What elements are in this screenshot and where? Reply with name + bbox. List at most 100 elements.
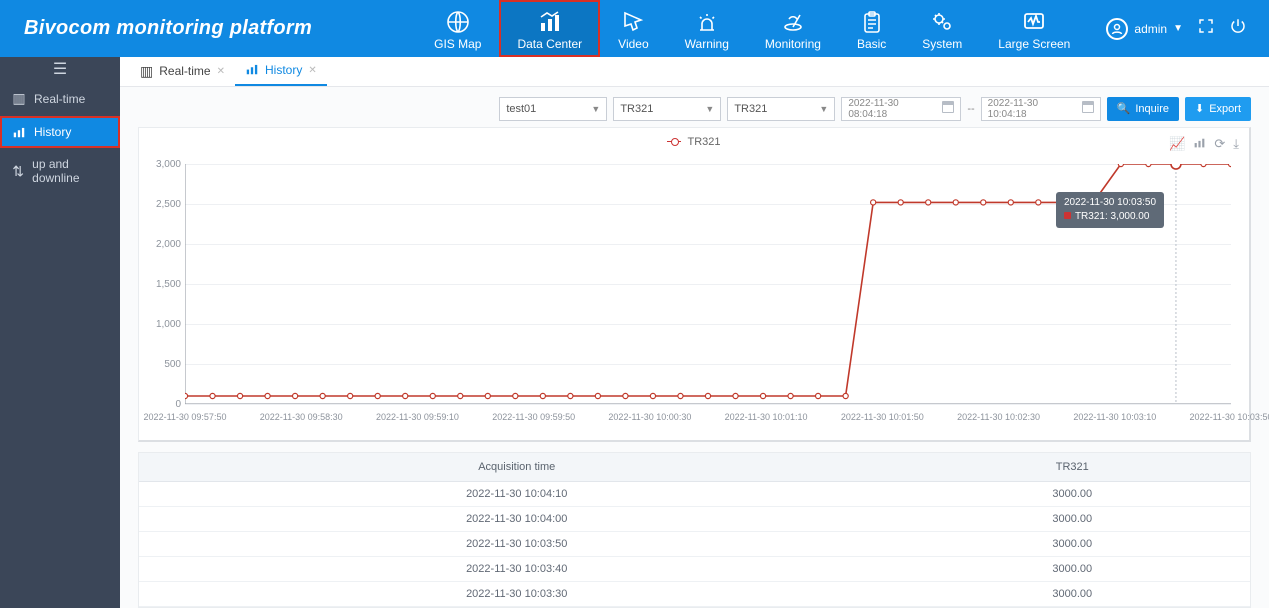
updown-icon: ⇅ xyxy=(12,163,24,180)
table-cell: 3000.00 xyxy=(894,557,1250,582)
user-menu[interactable]: admin ▼ xyxy=(1106,18,1183,40)
satellite-icon xyxy=(780,9,806,35)
chart-toolbar: 📈 ⟳ ⤓ xyxy=(1169,136,1239,152)
x-tick-label: 2022-11-30 10:02:30 xyxy=(957,412,1040,422)
table-cell: 2022-11-30 10:04:10 xyxy=(139,482,894,507)
tab-realtime[interactable]: ▥ Real-time ✕ xyxy=(130,57,235,86)
nav-label: System xyxy=(922,37,962,51)
fullscreen-icon[interactable] xyxy=(1197,17,1215,40)
sensor2-select[interactable]: TR321▼ xyxy=(727,97,835,121)
table-row[interactable]: 2022-11-30 10:04:003000.00 xyxy=(139,507,1250,532)
to-value: 2022-11-30 10:04:18 xyxy=(988,98,1078,120)
tab-strip: ▥ Real-time ✕ History ✕ xyxy=(120,57,1269,87)
sidebar-item-label: up and downline xyxy=(32,157,108,185)
sidebar-item-history[interactable]: History xyxy=(0,116,120,148)
filter-bar: test01▼ TR321▼ TR321▼ 2022-11-30 08:04:1… xyxy=(120,87,1269,127)
data-table-wrap: Acquisition time TR321 2022-11-30 10:04:… xyxy=(138,452,1251,608)
nav-label: Video xyxy=(618,37,648,51)
x-tick-label: 2022-11-30 09:59:50 xyxy=(492,412,575,422)
table-row[interactable]: 2022-11-30 10:03:503000.00 xyxy=(139,532,1250,557)
sidebar-item-realtime[interactable]: ▥ Real-time xyxy=(0,81,120,116)
col-tr321: TR321 xyxy=(894,453,1250,482)
nav-warning[interactable]: Warning xyxy=(667,0,747,57)
close-icon[interactable]: ✕ xyxy=(217,66,225,77)
close-icon[interactable]: ✕ xyxy=(308,65,316,76)
chart-legend: TR321 xyxy=(139,128,1249,152)
search-icon: 🔍 xyxy=(1117,102,1131,115)
chevron-down-icon: ▼ xyxy=(705,104,714,114)
sidebar-item-updownline[interactable]: ⇅ up and downline xyxy=(0,148,120,194)
legend-marker xyxy=(667,141,681,142)
table-cell: 3000.00 xyxy=(894,507,1250,532)
chart-up-icon xyxy=(537,9,563,35)
gears-icon xyxy=(929,9,955,35)
power-icon[interactable] xyxy=(1229,17,1247,40)
x-tick-label: 2022-11-30 09:57:50 xyxy=(144,412,227,422)
sensor1-select[interactable]: TR321 ▼ xyxy=(613,97,721,121)
chart-up-icon xyxy=(245,62,259,79)
clipboard-icon xyxy=(859,9,885,35)
chevron-down-icon: ▼ xyxy=(819,104,828,114)
nav-label: Basic xyxy=(857,37,886,51)
chart-plot[interactable]: 05001,0001,5002,0002,5003,0002022-11-30 … xyxy=(185,164,1231,404)
nav-label: Large Screen xyxy=(998,37,1070,51)
tooltip-time: 2022-11-30 10:03:50 xyxy=(1064,196,1156,210)
datetime-from[interactable]: 2022-11-30 08:04:18 xyxy=(841,97,961,121)
nav-video[interactable]: Video xyxy=(600,0,666,57)
calendar-icon xyxy=(942,101,954,116)
caret-down-icon: ▼ xyxy=(1173,23,1183,34)
x-tick-label: 2022-11-30 10:01:10 xyxy=(725,412,808,422)
sidebar-toggle[interactable]: ☰ xyxy=(0,57,120,81)
tab-label: Real-time xyxy=(159,64,210,78)
table-cell: 3000.00 xyxy=(894,482,1250,507)
table-row[interactable]: 2022-11-30 10:04:103000.00 xyxy=(139,482,1250,507)
x-tick-label: 2022-11-30 10:01:50 xyxy=(841,412,924,422)
content: ▥ Real-time ✕ History ✕ test01▼ TR321▼ T… xyxy=(120,57,1269,608)
nav-system[interactable]: System xyxy=(904,0,980,57)
table-cell: 2022-11-30 10:04:00 xyxy=(139,507,894,532)
user-name: admin xyxy=(1134,22,1167,36)
table-row[interactable]: 2022-11-30 10:03:303000.00 xyxy=(139,582,1250,607)
sidebar-item-label: Real-time xyxy=(34,92,85,106)
table-row[interactable]: 2022-11-30 10:03:403000.00 xyxy=(139,557,1250,582)
nav-monitoring[interactable]: Monitoring xyxy=(747,0,839,57)
col-acq-time: Acquisition time xyxy=(139,453,894,482)
nav-data-center[interactable]: Data Center xyxy=(499,0,600,57)
data-table: Acquisition time TR321 2022-11-30 10:04:… xyxy=(139,453,1250,607)
chart-line-icon[interactable]: 📈 xyxy=(1169,136,1185,152)
chart-up-icon xyxy=(12,125,26,139)
x-tick-label: 2022-11-30 09:59:10 xyxy=(376,412,459,422)
nav-label: Data Center xyxy=(517,37,582,51)
x-tick-label: 2022-11-30 10:03:10 xyxy=(1073,412,1156,422)
nav-gis-map[interactable]: GIS Map xyxy=(416,0,499,57)
inquire-button[interactable]: 🔍 Inquire xyxy=(1107,97,1179,121)
device-value: test01 xyxy=(506,103,536,115)
datetime-to[interactable]: 2022-11-30 10:04:18 xyxy=(981,97,1101,121)
legend-label: TR321 xyxy=(687,136,720,148)
globe-icon xyxy=(445,9,471,35)
chart-tooltip: 2022-11-30 10:03:50TR321: 3,000.00 xyxy=(1056,192,1164,228)
nav-basic[interactable]: Basic xyxy=(839,0,904,57)
range-dash: -- xyxy=(967,103,974,115)
nav-label: Monitoring xyxy=(765,37,821,51)
nav-label: Warning xyxy=(685,37,729,51)
sidebar: ☰ ▥ Real-time History ⇅ up and downline xyxy=(0,57,120,608)
export-label: Export xyxy=(1209,103,1241,115)
x-tick-label: 2022-11-30 10:03:50 xyxy=(1190,412,1269,422)
topbar: Bivocom monitoring platform GIS Map Data… xyxy=(0,0,1269,57)
export-button[interactable]: ⬇ Export xyxy=(1185,97,1251,121)
refresh-icon[interactable]: ⟳ xyxy=(1214,136,1225,152)
sensor1-value: TR321 xyxy=(620,103,653,115)
tooltip-value: TR321: 3,000.00 xyxy=(1075,211,1150,222)
inquire-label: Inquire xyxy=(1135,103,1169,115)
display-pulse-icon xyxy=(1021,9,1047,35)
siren-icon xyxy=(694,9,720,35)
table-cell: 2022-11-30 10:03:40 xyxy=(139,557,894,582)
tab-history[interactable]: History ✕ xyxy=(235,57,327,86)
export-icon: ⬇ xyxy=(1195,102,1204,115)
device-select[interactable]: test01▼ xyxy=(499,97,607,121)
nav-large-screen[interactable]: Large Screen xyxy=(980,0,1088,57)
table-cell: 2022-11-30 10:03:30 xyxy=(139,582,894,607)
chart-bar-icon[interactable] xyxy=(1193,136,1206,152)
download-icon[interactable]: ⤓ xyxy=(1233,136,1239,152)
